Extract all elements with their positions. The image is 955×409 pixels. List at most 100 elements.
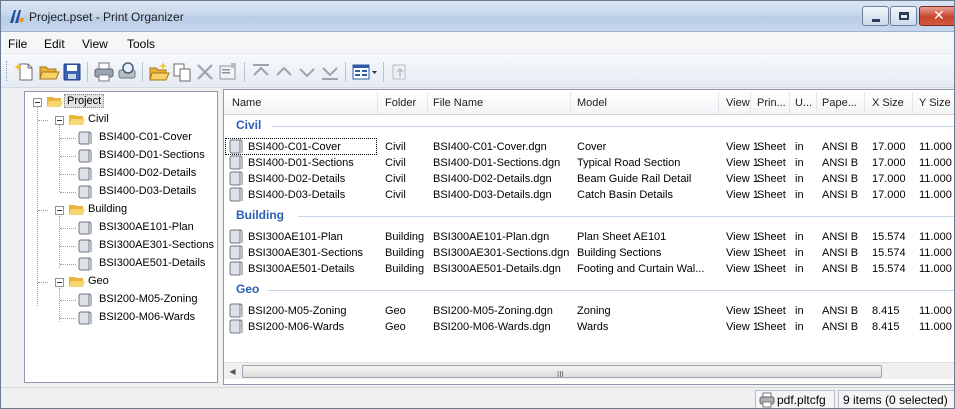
tree-folder-geo[interactable]: Geo xyxy=(25,274,215,290)
minimize-icon xyxy=(872,19,880,22)
sheet-icon xyxy=(78,167,92,181)
cell-print-definition: Sheet xyxy=(757,141,786,153)
column-header-name[interactable]: Name xyxy=(232,97,261,109)
move-down-button[interactable] xyxy=(296,61,318,83)
table-row[interactable]: BSI400-D03-Details Civil BSI400-D03-Detail… xyxy=(224,186,954,203)
cell-units: in xyxy=(795,173,804,185)
move-bottom-button[interactable] xyxy=(319,61,341,83)
title-bar[interactable]: Project.pset - Print Organizer ✕ xyxy=(1,1,954,32)
move-up-button[interactable] xyxy=(273,61,295,83)
table-row[interactable]: BSI400-D02-Details Civil BSI400-D02-Detail… xyxy=(224,170,954,187)
cell-folder: Civil xyxy=(385,189,406,201)
sheet-icon xyxy=(229,319,243,334)
cell-units: in xyxy=(795,247,804,259)
cell-x-size: 17.000 xyxy=(872,141,906,153)
column-header-x-size[interactable]: X Size xyxy=(872,97,904,109)
cell-model: Beam Guide Rail Detail xyxy=(577,173,692,185)
column-header-view[interactable]: View xyxy=(726,97,750,109)
printer-config-panel[interactable]: pdf.pltcfg xyxy=(755,390,835,408)
tree-item[interactable]: BSI400-C01-Cover xyxy=(25,130,215,146)
sheet-icon xyxy=(78,311,92,325)
cell-folder: Building xyxy=(385,263,425,275)
properties-button[interactable] xyxy=(217,61,239,83)
tree-item[interactable]: BSI400-D01-Sections xyxy=(25,148,215,164)
scroll-left-icon[interactable]: ◀ xyxy=(224,363,241,380)
table-row[interactable]: BSI400-C01-Cover Civil BSI400-C01-Cover.dg… xyxy=(224,138,954,155)
delete-button[interactable] xyxy=(194,61,216,83)
close-button[interactable]: ✕ xyxy=(919,6,954,26)
tree-folder-civil[interactable]: Civil xyxy=(25,112,215,128)
column-header-units[interactable]: U... xyxy=(795,97,812,109)
print-preview-button[interactable] xyxy=(116,61,138,83)
collapse-icon[interactable] xyxy=(33,98,42,107)
collapse-icon[interactable] xyxy=(55,206,64,215)
tree-item-label: BSI300AE501-Details xyxy=(99,257,206,269)
column-header-file-name[interactable]: File Name xyxy=(433,97,483,109)
cell-file-name: BSI400-D03-Details.dgn xyxy=(433,189,552,201)
tree-item-label: BSI300AE101-Plan xyxy=(99,221,194,233)
tree-item[interactable]: BSI300AE101-Plan xyxy=(25,220,215,236)
collapse-icon[interactable] xyxy=(55,278,64,287)
cell-file-name: BSI300AE301-Sections.dgn xyxy=(433,247,570,259)
tree-folder-building[interactable]: Building xyxy=(25,202,215,218)
print-button[interactable] xyxy=(93,61,115,83)
cell-x-size: 17.000 xyxy=(872,173,906,185)
column-header-print-definition[interactable]: Prin... xyxy=(757,97,786,109)
scrollbar-thumb[interactable]: III xyxy=(242,365,882,379)
open-button[interactable] xyxy=(38,61,60,83)
cell-view: View 1 xyxy=(726,321,759,333)
sheet-icon xyxy=(229,155,243,170)
table-row[interactable]: BSI300AE301-Sections Building BSI300AE301-… xyxy=(224,244,954,261)
menu-edit[interactable]: Edit xyxy=(44,37,65,51)
maximize-button[interactable] xyxy=(890,6,917,26)
new-button[interactable] xyxy=(15,61,37,83)
tree-root[interactable]: Project xyxy=(25,94,215,110)
group-header[interactable]: Building xyxy=(236,208,284,222)
cell-file-name: BSI200-M06-Wards.dgn xyxy=(433,321,551,333)
copy-button[interactable] xyxy=(171,61,193,83)
column-header-model[interactable]: Model xyxy=(577,97,607,109)
cell-folder: Civil xyxy=(385,141,406,153)
selection-count-text: 9 items (0 selected) xyxy=(843,393,948,407)
tree-item[interactable]: BSI200-M05-Zoning xyxy=(25,292,215,308)
table-row[interactable]: BSI400-D01-Sections Civil BSI400-D01-Secti… xyxy=(224,154,954,171)
column-header-folder[interactable]: Folder xyxy=(385,97,416,109)
tree-item[interactable]: BSI300AE501-Details xyxy=(25,256,215,272)
table-row[interactable]: BSI300AE501-Details Building BSI300AE501-D… xyxy=(224,260,954,277)
table-row[interactable]: BSI300AE101-Plan Building BSI300AE101-Plan… xyxy=(224,228,954,245)
sheet-list[interactable]: Name Folder File Name Model View Prin...… xyxy=(223,89,954,385)
cell-y-size: 11.000 xyxy=(919,141,952,153)
sheet-icon xyxy=(78,257,92,271)
cell-x-size: 15.574 xyxy=(872,247,906,259)
column-header-y-size[interactable]: Y Size xyxy=(919,97,951,109)
tree-item[interactable]: BSI400-D02-Details xyxy=(25,166,215,182)
cell-print-definition: Sheet xyxy=(757,157,786,169)
toolbar-grip[interactable] xyxy=(6,61,9,81)
menu-view[interactable]: View xyxy=(82,37,108,51)
group-header[interactable]: Civil xyxy=(236,118,261,132)
collapse-icon[interactable] xyxy=(55,116,64,125)
disabled-action-button[interactable] xyxy=(389,61,411,83)
view-mode-button[interactable] xyxy=(351,61,379,83)
open-icon xyxy=(39,66,60,80)
cell-name: BSI300AE101-Plan xyxy=(248,231,343,243)
print-preview-icon xyxy=(118,62,136,79)
menu-file[interactable]: File xyxy=(8,37,27,51)
table-row[interactable]: BSI200-M05-Zoning Geo BSI200-M05-Zoning.dg… xyxy=(224,302,954,319)
tree-item[interactable]: BSI200-M06-Wards xyxy=(25,310,215,326)
minimize-button[interactable] xyxy=(862,6,889,26)
menu-tools[interactable]: Tools xyxy=(127,37,155,51)
add-files-button[interactable] xyxy=(148,61,170,83)
group-header[interactable]: Geo xyxy=(236,282,259,296)
table-row[interactable]: BSI200-M06-Wards Geo BSI200-M06-Wards.dgn W… xyxy=(224,318,954,335)
project-tree[interactable]: Project Civil BSI400-C01-Cover BSI400-D0… xyxy=(24,91,218,383)
tree-item[interactable]: BSI400-D03-Details xyxy=(25,184,215,200)
new-icon xyxy=(15,63,33,81)
move-top-button[interactable] xyxy=(250,61,272,83)
cell-units: in xyxy=(795,231,804,243)
save-button[interactable] xyxy=(61,61,83,83)
tree-item[interactable]: BSI300AE301-Sections xyxy=(25,238,215,254)
column-header-paper[interactable]: Pape... xyxy=(822,97,857,109)
horizontal-scrollbar[interactable]: ◀ III xyxy=(224,362,954,380)
list-header: Name Folder File Name Model View Prin...… xyxy=(224,90,954,115)
